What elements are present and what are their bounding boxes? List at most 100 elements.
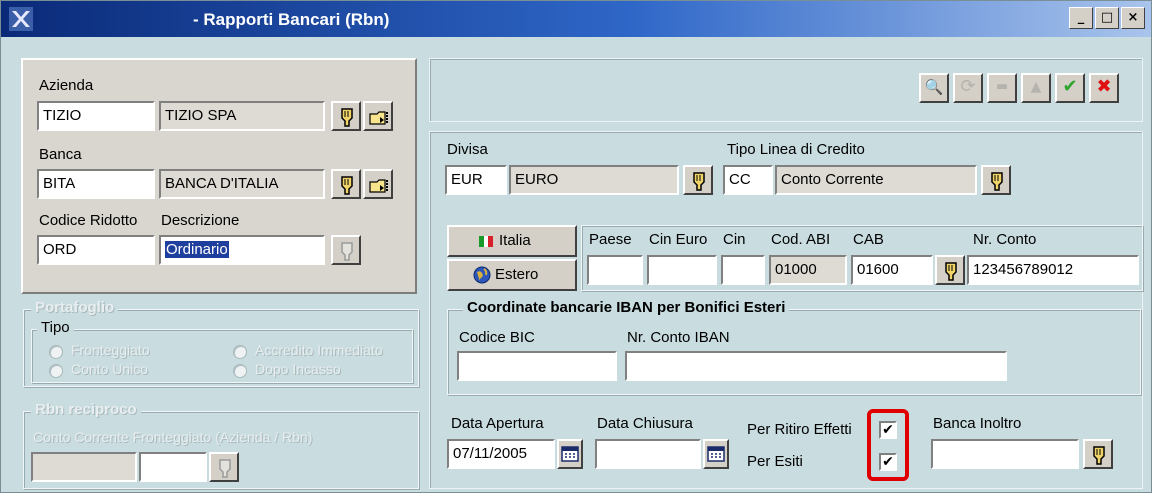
abi-field[interactable]: 01000	[769, 255, 847, 285]
italia-button[interactable]: Italia	[447, 225, 577, 257]
paese-field[interactable]	[587, 255, 643, 285]
azienda-lookup-button[interactable]	[331, 101, 361, 131]
cancel-button[interactable]: ✖	[1089, 73, 1119, 103]
zoom-button[interactable]: 🔍	[919, 73, 949, 103]
nr-conto-field[interactable]: 123456789012	[967, 255, 1139, 285]
lookup-hand-icon	[693, 172, 705, 191]
abi-label: Cod. ABI	[771, 231, 831, 248]
banca-name-field: BANCA D'ITALIA	[159, 169, 325, 199]
per-ritiro-effetti-checkbox[interactable]: ✔	[879, 421, 897, 439]
estero-button[interactable]: Estero	[447, 259, 577, 291]
minimize-button[interactable]: _	[1069, 7, 1093, 29]
nr-conto-label: Nr. Conto	[973, 231, 1037, 248]
title-bar: - Rapporti Bancari (Rbn) _ □ ×	[1, 1, 1151, 37]
banca-lookup-button[interactable]	[331, 169, 361, 199]
data-chiusura-label: Data Chiusura	[597, 415, 693, 432]
codice-ridotto-label: Codice Ridotto	[39, 212, 138, 229]
fronteggiato-label: Fronteggiato	[71, 342, 150, 358]
confirm-button[interactable]: ✔	[1055, 73, 1085, 103]
data-chiusura-field[interactable]	[595, 439, 701, 469]
lookup-hand-icon	[341, 242, 353, 261]
minus-button[interactable]: ▬	[987, 73, 1017, 103]
conto-unico-label: Conto Unico	[71, 361, 149, 377]
dopo-incasso-label: Dopo Incasso	[255, 361, 341, 377]
rbn-code-field	[139, 452, 207, 482]
cab-field[interactable]: 01600	[851, 255, 933, 285]
divisa-code-field[interactable]: EUR	[445, 165, 507, 195]
portafoglio-title: Portafoglio	[31, 299, 119, 316]
radio-conto-unico	[49, 364, 63, 378]
up-button[interactable]: ▲	[1021, 73, 1051, 103]
divisa-label: Divisa	[447, 141, 488, 158]
italia-label: Italia	[499, 232, 531, 249]
tipo-linea-name-field: Conto Corrente	[775, 165, 977, 195]
descrizione-label: Descrizione	[161, 212, 240, 229]
iban-title: Coordinate bancarie IBAN per Bonifici Es…	[463, 299, 790, 316]
data-apertura-label: Data Apertura	[451, 415, 544, 432]
data-apertura-field[interactable]: 07/11/2005	[447, 439, 555, 469]
radio-accredito-immediato	[233, 345, 247, 359]
close-window-button[interactable]: ×	[1121, 7, 1145, 29]
cin-label: Cin	[723, 231, 746, 248]
cin-euro-field[interactable]	[647, 255, 717, 285]
globe-icon	[473, 266, 491, 284]
italy-flag-icon	[479, 236, 494, 247]
descrizione-field[interactable]: Ordinario	[159, 235, 325, 265]
banca-inoltro-field[interactable]	[931, 439, 1079, 469]
cab-label: CAB	[853, 231, 884, 248]
banca-inoltro-lookup-button[interactable]	[1083, 439, 1113, 469]
data-chiusura-calendar-button[interactable]	[703, 439, 729, 469]
tipo-title: Tipo	[37, 319, 74, 336]
rbn-lookup-button	[209, 452, 239, 482]
refresh-button[interactable]: ⟳	[953, 73, 983, 103]
azienda-code-field[interactable]: TIZIO	[37, 101, 155, 131]
maximize-button[interactable]: □	[1095, 7, 1119, 29]
radio-fronteggiato	[49, 345, 63, 359]
descrizione-selected-text: Ordinario	[165, 241, 229, 258]
azienda-label: Azienda	[39, 77, 94, 94]
azienda-name-field: TIZIO SPA	[159, 101, 325, 131]
cab-lookup-button[interactable]	[935, 255, 965, 285]
tipo-linea-label: Tipo Linea di Credito	[727, 141, 865, 158]
banca-open-button[interactable]	[363, 169, 393, 199]
lookup-hand-icon	[219, 459, 231, 478]
data-apertura-calendar-button[interactable]	[557, 439, 583, 469]
banca-inoltro-label: Banca Inoltro	[933, 415, 1022, 432]
per-esiti-checkbox[interactable]: ✔	[879, 453, 897, 471]
rbn-azienda-field	[31, 452, 137, 482]
lookup-hand-icon	[945, 262, 957, 281]
per-ritiro-effetti-label: Per Ritiro Effetti	[747, 421, 852, 438]
radio-dopo-incasso	[233, 364, 247, 378]
lookup-hand-icon	[991, 172, 1003, 191]
window-title: - Rapporti Bancari (Rbn)	[193, 10, 390, 29]
codice-bic-field[interactable]	[457, 351, 617, 381]
banca-code-field[interactable]: BITA	[37, 169, 155, 199]
divisa-lookup-button[interactable]	[683, 165, 713, 195]
estero-label: Estero	[495, 266, 539, 283]
app-icon	[9, 7, 33, 31]
conto-fronteggiato-caption: Conto Corrente Fronteggiato (Azienda / R…	[33, 429, 313, 445]
tipo-linea-lookup-button[interactable]	[981, 165, 1011, 195]
open-folder-icon	[369, 111, 388, 125]
paese-label: Paese	[589, 231, 632, 248]
per-esiti-label: Per Esiti	[747, 453, 803, 470]
calendar-icon	[707, 446, 725, 462]
codice-bic-label: Codice BIC	[459, 329, 535, 346]
open-folder-icon	[369, 179, 388, 193]
lookup-hand-icon	[341, 108, 353, 127]
azienda-open-button[interactable]	[363, 101, 393, 131]
iban-field[interactable]	[625, 351, 1007, 381]
calendar-icon	[561, 446, 579, 462]
divisa-name-field: EURO	[509, 165, 679, 195]
descrizione-lookup-button	[331, 235, 361, 265]
iban-label: Nr. Conto IBAN	[627, 329, 730, 346]
rbn-reciproco-title: Rbn reciproco	[31, 401, 141, 418]
tipo-linea-code-field[interactable]: CC	[723, 165, 773, 195]
accredito-immediato-label: Accredito Immediato	[255, 342, 383, 358]
banca-label: Banca	[39, 146, 82, 163]
cin-euro-label: Cin Euro	[649, 231, 708, 248]
codice-ridotto-field[interactable]: ORD	[37, 235, 155, 265]
cin-field[interactable]	[721, 255, 765, 285]
rapporti-bancari-window: - Rapporti Bancari (Rbn) _ □ × Azienda T…	[0, 0, 1152, 493]
lookup-hand-icon	[341, 176, 353, 195]
